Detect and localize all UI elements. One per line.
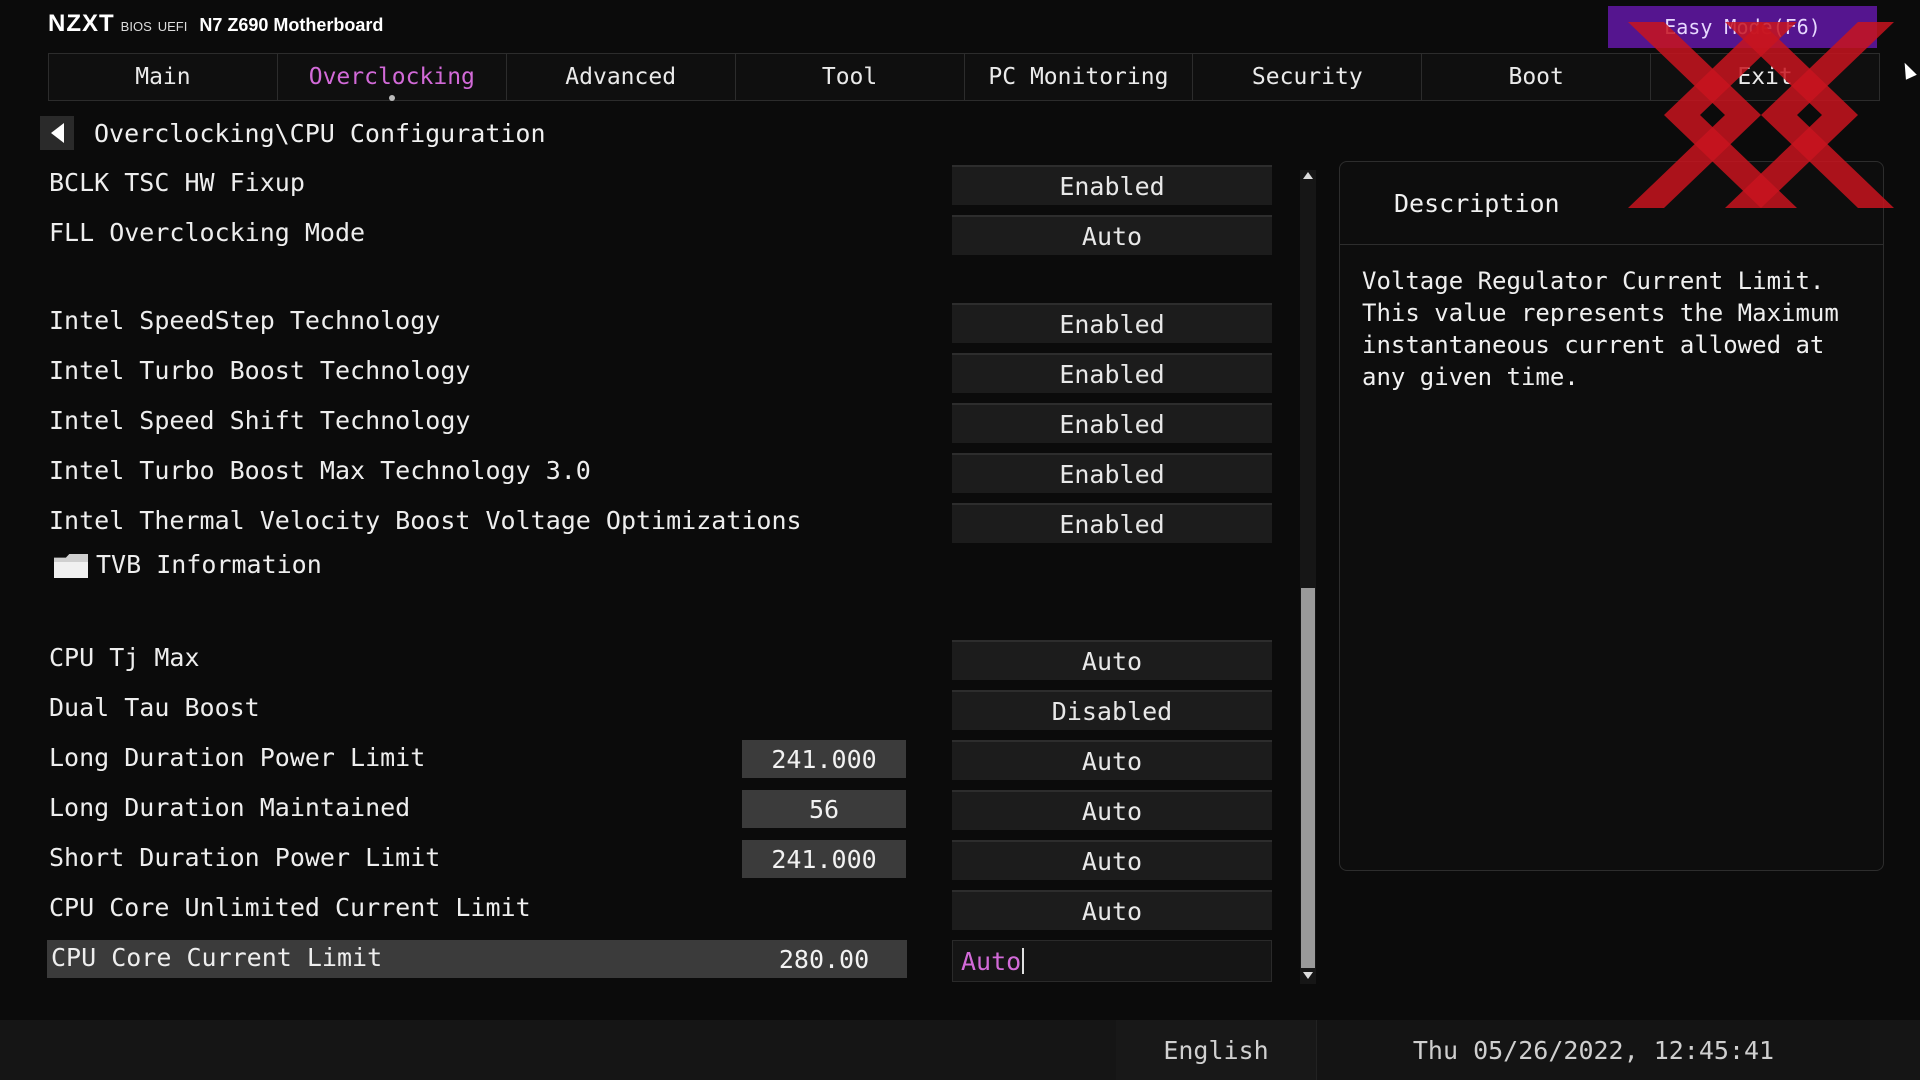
breadcrumb: Overclocking\CPU Configuration [40,113,546,153]
brand-uefi: UEFI [157,19,188,34]
tab-tool[interactable]: Tool [734,53,964,101]
setting-value-select[interactable]: Enabled [952,165,1272,205]
setting-value-select[interactable]: Auto [952,640,1272,680]
setting-row[interactable]: Intel Speed Shift Technology Enabled [0,396,1300,446]
setting-label: Intel Speed Shift Technology [49,406,471,435]
current-value-readout: 241.000 [742,740,906,778]
setting-value-select[interactable]: Auto [952,215,1272,255]
setting-row[interactable]: Intel Thermal Velocity Boost Voltage Opt… [0,496,1300,546]
date-time: Thu 05/26/2022, 12:45:41 [1316,1020,1870,1080]
scroll-down-icon[interactable] [1303,972,1313,979]
setting-label: Long Duration Maintained [49,793,411,822]
setting-row-selected[interactable]: CPU Core Current Limit 280.00 Auto [0,933,1300,983]
setting-row[interactable]: Long Duration Power Limit 241.000 Auto [0,733,1300,783]
submenu-tvb-information[interactable]: TVB Information [0,540,1300,590]
current-value-readout: 241.000 [742,840,906,878]
brand-logo: NZXT [48,10,115,37]
setting-label: CPU Tj Max [49,643,200,672]
setting-value-select[interactable]: Enabled [952,353,1272,393]
setting-row[interactable]: Dual Tau Boost Disabled [0,683,1300,733]
setting-value-input[interactable]: Auto [952,840,1272,880]
setting-row[interactable]: Intel Turbo Boost Max Technology 3.0 Ena… [0,446,1300,496]
setting-value-select[interactable]: Enabled [952,453,1272,493]
setting-label: Dual Tau Boost [49,693,260,722]
tab-overclocking[interactable]: Overclocking [276,53,506,101]
setting-label: FLL Overclocking Mode [49,218,366,247]
text-caret [1022,948,1025,974]
edit-input-text: Auto [961,946,1022,976]
current-value-readout: 56 [742,790,906,828]
setting-value-select[interactable]: Enabled [952,303,1272,343]
breadcrumb-path: Overclocking\CPU Configuration [94,118,546,148]
submenu-label: TVB Information [96,550,322,579]
setting-row[interactable]: FLL Overclocking Mode Auto [0,208,1300,258]
setting-label: BCLK TSC HW Fixup [49,168,305,197]
description-panel: Description Voltage Regulator Current Li… [1339,161,1884,871]
setting-label: Intel Turbo Boost Max Technology 3.0 [49,456,591,485]
setting-value-select[interactable]: Enabled [952,403,1272,443]
footer-bar: English Thu 05/26/2022, 12:45:41 [0,1020,1920,1080]
setting-label: Long Duration Power Limit [49,743,426,772]
setting-label: CPU Core Unlimited Current Limit [49,893,531,922]
board-name: N7 Z690 Motherboard [199,15,384,35]
setting-label: CPU Core Current Limit [51,943,383,972]
setting-row[interactable]: Short Duration Power Limit 241.000 Auto [0,833,1300,883]
setting-value-select[interactable]: Enabled [952,503,1272,543]
setting-label: Intel Thermal Velocity Boost Voltage Opt… [49,506,802,535]
setting-row[interactable]: Long Duration Maintained 56 Auto [0,783,1300,833]
setting-label: Short Duration Power Limit [49,843,441,872]
language-selector[interactable]: English [1116,1020,1316,1080]
brand: NZXT BIOS UEFI N7 Z690 Motherboard [48,10,383,38]
back-arrow-icon [50,123,64,143]
mouse-cursor-icon [1899,60,1917,80]
setting-row[interactable]: CPU Tj Max Auto [0,633,1300,683]
setting-label: Intel SpeedStep Technology [49,306,441,335]
scrollbar-thumb[interactable] [1301,588,1315,968]
setting-value-select[interactable]: Disabled [952,690,1272,730]
current-value-readout: 280.00 [778,944,870,974]
back-button[interactable] [40,116,74,150]
brand-bios: BIOS [120,19,152,34]
setting-value-input[interactable]: Auto [952,790,1272,830]
setting-row[interactable]: BCLK TSC HW Fixup Enabled [0,158,1300,208]
setting-row[interactable]: CPU Core Unlimited Current Limit Auto [0,883,1300,933]
setting-value-input[interactable]: Auto [952,740,1272,780]
setting-label: Intel Turbo Boost Technology [49,356,471,385]
main-tabs: Main Overclocking Advanced Tool PC Monit… [48,53,1880,101]
tab-main[interactable]: Main [48,53,277,101]
tab-advanced[interactable]: Advanced [505,53,735,101]
setting-value-select[interactable]: Auto [952,890,1272,930]
description-text: Voltage Regulator Current Limit. This va… [1362,267,1839,391]
folder-icon [54,554,88,578]
watermark-logo [1628,22,1894,208]
setting-row[interactable]: Intel Turbo Boost Technology Enabled [0,346,1300,396]
scroll-up-icon[interactable] [1303,172,1313,179]
tab-boot[interactable]: Boot [1421,53,1651,101]
setting-row[interactable]: Intel SpeedStep Technology Enabled [0,296,1300,346]
tab-security[interactable]: Security [1192,53,1422,101]
tab-pc-monitoring[interactable]: PC Monitoring [963,53,1193,101]
setting-value-edit-input[interactable]: Auto [952,940,1272,982]
